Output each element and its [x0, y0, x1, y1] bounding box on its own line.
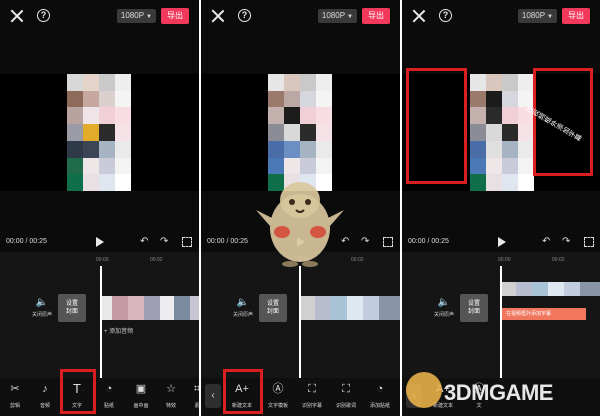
- site-watermark: 3DMGAME: [392, 370, 592, 414]
- watermark-seal-icon: [406, 372, 442, 408]
- set-cover-button[interactable]: 设置 封面: [259, 294, 287, 322]
- editor-panel-1: ? 1080P ▼ 导出 00:00 / 00:25 ↶ ↷ 00:00 00:0…: [0, 0, 199, 416]
- bottom-toolbar: ✂ 剪辑 ♪ 音频 T 文字 ◔ 贴纸 ▣ 画中画 ☆ 特效 ⌗ 素: [0, 378, 199, 416]
- top-bar: ? 1080P ▼ 导出: [201, 0, 400, 34]
- close-icon[interactable]: [211, 9, 225, 23]
- highlight-text-tool: [60, 369, 96, 414]
- tool-audio[interactable]: ♪ 音频: [32, 382, 58, 409]
- export-button[interactable]: 导出: [562, 8, 590, 24]
- time-ruler: 00:00 00:02: [498, 257, 565, 263]
- highlight-left-area: [406, 68, 467, 184]
- time-readout: 00:00 / 00:25: [6, 238, 47, 245]
- caption-icon: ⛶: [308, 383, 316, 395]
- text-clip[interactable]: 在视频框外添加字幕: [500, 308, 586, 320]
- help-icon[interactable]: ?: [439, 9, 452, 22]
- time-ruler: 00:00 00:02: [96, 257, 163, 263]
- fullscreen-icon[interactable]: [182, 237, 192, 247]
- set-cover-button[interactable]: 设置 封面: [460, 294, 488, 322]
- top-bar: ? 1080P ▼ 导出: [0, 0, 199, 34]
- redo-icon[interactable]: ↷: [160, 237, 170, 247]
- sticker-icon: ◔: [376, 383, 384, 395]
- redo-icon[interactable]: ↷: [361, 237, 371, 247]
- speaker-icon: 🔈: [437, 297, 451, 308]
- resolution-select[interactable]: 1080P ▼: [317, 9, 357, 23]
- caret-down-icon: ▼: [347, 14, 353, 20]
- tool-edit[interactable]: ✂ 剪辑: [2, 382, 28, 409]
- back-chevron-icon[interactable]: ‹: [205, 384, 221, 408]
- playback-controls: 00:00 / 00:25 ↶ ↷: [402, 232, 600, 252]
- fullscreen-icon[interactable]: [383, 237, 393, 247]
- mute-original-button[interactable]: 🔈 关闭原声: [30, 297, 54, 319]
- tool-effect[interactable]: ☆ 特效: [158, 382, 184, 409]
- timeline: 00:00 00:02 🔈 关闭原声 设置 封面 在视频框外添加字幕: [402, 252, 600, 378]
- highlight-new-text-tool: [223, 369, 263, 414]
- undo-icon[interactable]: ↶: [542, 237, 552, 247]
- resolution-select[interactable]: 1080P ▼: [517, 9, 557, 23]
- video-frame: [67, 74, 131, 191]
- video-track[interactable]: [301, 296, 400, 320]
- tool-sticker[interactable]: ◔ 贴纸: [96, 382, 122, 409]
- mute-original-button[interactable]: 🔈 关闭原声: [231, 297, 255, 319]
- tool-auto-lyrics[interactable]: ⛶ 识别歌词: [333, 382, 359, 409]
- resolution-select[interactable]: 1080P ▼: [116, 9, 156, 23]
- top-bar: ? 1080P ▼ 导出: [402, 0, 600, 34]
- effect-icon: ☆: [166, 383, 176, 395]
- speaker-icon: 🔈: [236, 297, 250, 308]
- video-track[interactable]: [100, 296, 199, 320]
- tool-text-template[interactable]: Ⓐ 文字模板: [265, 382, 291, 409]
- tool-add-sticker[interactable]: ◔ 添加贴纸: [367, 382, 393, 409]
- scissors-icon: ✂: [10, 383, 20, 395]
- export-button[interactable]: 导出: [362, 8, 390, 24]
- time-readout: 00:00 / 00:25: [207, 238, 248, 245]
- play-icon[interactable]: [498, 237, 506, 247]
- undo-icon[interactable]: ↶: [140, 237, 150, 247]
- tool-more[interactable]: ⌗ 素: [184, 382, 199, 409]
- fullscreen-icon[interactable]: [584, 237, 594, 247]
- mascot-watermark: [256, 182, 344, 267]
- timeline: 00:00 00:02 🔈 关闭原声 设置 封面 + 添加音频: [0, 252, 199, 378]
- playhead[interactable]: [100, 266, 102, 378]
- redo-icon[interactable]: ↷: [562, 237, 572, 247]
- playback-controls: 00:00 / 00:25 ↶ ↷: [0, 232, 199, 252]
- tool-pip[interactable]: ▣ 画中画: [128, 382, 154, 409]
- playhead[interactable]: [500, 266, 502, 378]
- set-cover-button[interactable]: 设置 封面: [58, 294, 86, 322]
- close-icon[interactable]: [10, 9, 24, 23]
- mute-original-button[interactable]: 🔈 关闭原声: [432, 297, 456, 319]
- export-button[interactable]: 导出: [161, 8, 189, 24]
- close-icon[interactable]: [412, 9, 426, 23]
- help-icon[interactable]: ?: [37, 9, 50, 22]
- video-preview: [0, 74, 199, 191]
- timeline: 00:00 00:02 🔈 关闭原声 设置 封面: [201, 252, 400, 378]
- template-icon: Ⓐ: [272, 383, 284, 395]
- note-icon: ♪: [42, 383, 48, 395]
- video-track[interactable]: [502, 282, 600, 296]
- tool-auto-caption[interactable]: ⛶ 识别字幕: [299, 382, 325, 409]
- caret-down-icon: ▼: [146, 14, 152, 20]
- pip-icon: ▣: [135, 383, 147, 395]
- caret-down-icon: ▼: [547, 14, 553, 20]
- play-icon[interactable]: [96, 237, 104, 247]
- sticker-icon: ◔: [105, 383, 113, 395]
- more-icon: ⌗: [193, 383, 199, 395]
- lyrics-icon: ⛶: [342, 383, 350, 395]
- editor-panel-3: ? 1080P ▼ 导出 00:00 / 00:25 ↶ ↷ 00:00 00:0…: [402, 0, 600, 416]
- add-audio-button[interactable]: + 添加音频: [104, 326, 133, 335]
- time-readout: 00:00 / 00:25: [408, 238, 449, 245]
- playhead[interactable]: [299, 266, 301, 378]
- speaker-icon: 🔈: [35, 297, 49, 308]
- help-icon[interactable]: ?: [238, 9, 251, 22]
